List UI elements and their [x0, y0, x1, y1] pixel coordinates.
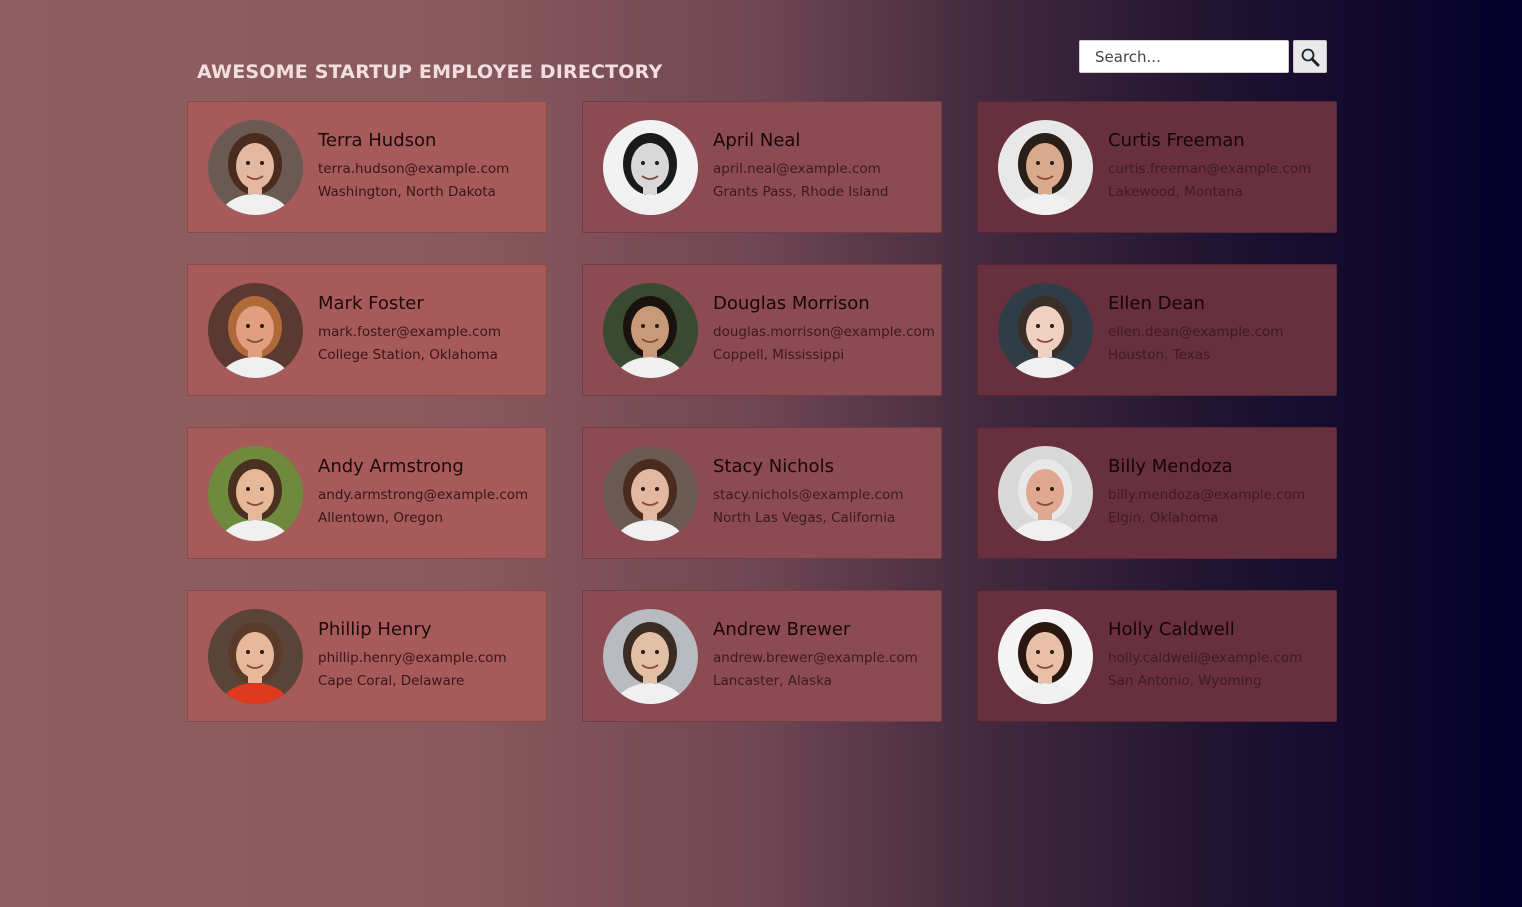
- employee-location: Elgin, Oklahoma: [1108, 510, 1219, 526]
- employee-info: April Neal april.neal@example.com Grants P…: [713, 130, 888, 204]
- employee-avatar: [603, 445, 698, 541]
- employee-info: Phillip Henry phillip.henry@example.com Ca…: [318, 619, 507, 693]
- employee-name: Mark Foster: [318, 293, 424, 314]
- employee-card[interactable]: Curtis Freeman curtis.freeman@example.com…: [977, 101, 1337, 233]
- employee-info: Billy Mendoza billy.mendoza@example.com El…: [1108, 456, 1305, 530]
- employee-card[interactable]: Stacy Nichols stacy.nichols@example.com No…: [582, 427, 942, 559]
- employee-name: Terra Hudson: [318, 130, 437, 151]
- employee-location: College Station, Oklahoma: [318, 347, 498, 363]
- employee-card[interactable]: Billy Mendoza billy.mendoza@example.com El…: [977, 427, 1337, 559]
- employee-location: Grants Pass, Rhode Island: [713, 184, 889, 200]
- employee-location: Coppell, Mississippi: [713, 347, 845, 363]
- employee-name: Ellen Dean: [1108, 293, 1205, 314]
- page-title: AWESOME STARTUP EMPLOYEE DIRECTORY: [197, 60, 663, 83]
- search-form: [1079, 40, 1327, 73]
- employee-location: North Las Vegas, California: [713, 510, 896, 526]
- employee-card[interactable]: April Neal april.neal@example.com Grants P…: [582, 101, 942, 233]
- employee-avatar: [603, 282, 698, 378]
- employee-email: curtis.freeman@example.com: [1108, 161, 1312, 177]
- employee-avatar: [998, 608, 1093, 704]
- employee-gallery: Terra Hudson terra.hudson@example.com Wash…: [187, 101, 1337, 722]
- employee-name: Andrew Brewer: [713, 619, 851, 640]
- employee-location: Lancaster, Alaska: [713, 673, 832, 689]
- employee-card[interactable]: Mark Foster mark.foster@example.com Colleg…: [187, 264, 547, 396]
- employee-card[interactable]: Andrew Brewer andrew.brewer@example.com La…: [582, 590, 942, 722]
- employee-location: Washington, North Dakota: [318, 184, 496, 200]
- employee-info: Mark Foster mark.foster@example.com Colleg…: [318, 293, 501, 367]
- employee-info: Stacy Nichols stacy.nichols@example.com No…: [713, 456, 903, 530]
- employee-name: Curtis Freeman: [1108, 130, 1245, 151]
- employee-card[interactable]: Terra Hudson terra.hudson@example.com Wash…: [187, 101, 547, 233]
- employee-card[interactable]: Ellen Dean ellen.dean@example.com Houston,…: [977, 264, 1337, 396]
- employee-info: Ellen Dean ellen.dean@example.com Houston,…: [1108, 293, 1283, 367]
- magnifier-icon: [1301, 48, 1320, 66]
- employee-name: Billy Mendoza: [1108, 456, 1233, 477]
- employee-email: stacy.nichols@example.com: [713, 487, 904, 503]
- employee-name: Phillip Henry: [318, 619, 432, 640]
- employee-name: Andy Armstrong: [318, 456, 464, 477]
- employee-card[interactable]: Douglas Morrison douglas.morrison@example…: [582, 264, 942, 396]
- employee-avatar: [208, 608, 303, 704]
- employee-email: andrew.brewer@example.com: [713, 650, 918, 666]
- employee-email: douglas.morrison@example.com: [713, 324, 935, 340]
- employee-card[interactable]: Phillip Henry phillip.henry@example.com Ca…: [187, 590, 547, 722]
- employee-avatar: [998, 282, 1093, 378]
- employee-avatar: [208, 119, 303, 215]
- employee-name: April Neal: [713, 130, 801, 151]
- employee-card[interactable]: Andy Armstrong andy.armstrong@example.com…: [187, 427, 547, 559]
- employee-name: Stacy Nichols: [713, 456, 834, 477]
- employee-avatar: [603, 608, 698, 704]
- employee-card[interactable]: Holly Caldwell holly.caldwell@example.com…: [977, 590, 1337, 722]
- employee-location: Cape Coral, Delaware: [318, 673, 465, 689]
- employee-email: holly.caldwell@example.com: [1108, 650, 1303, 666]
- employee-info: Douglas Morrison douglas.morrison@example…: [713, 293, 935, 367]
- employee-avatar: [998, 445, 1093, 541]
- employee-email: ellen.dean@example.com: [1108, 324, 1284, 340]
- employee-avatar: [208, 445, 303, 541]
- employee-location: Allentown, Oregon: [318, 510, 443, 526]
- employee-email: andy.armstrong@example.com: [318, 487, 529, 503]
- employee-email: april.neal@example.com: [713, 161, 881, 177]
- employee-email: phillip.henry@example.com: [318, 650, 507, 666]
- employee-info: Holly Caldwell holly.caldwell@example.com…: [1108, 619, 1302, 693]
- employee-info: Andy Armstrong andy.armstrong@example.com…: [318, 456, 528, 530]
- employee-info: Curtis Freeman curtis.freeman@example.com…: [1108, 130, 1311, 204]
- employee-email: billy.mendoza@example.com: [1108, 487, 1306, 503]
- employee-location: Lakewood, Montana: [1108, 184, 1244, 200]
- employee-location: Houston, Texas: [1108, 347, 1211, 363]
- search-input[interactable]: [1079, 40, 1289, 73]
- search-button[interactable]: [1293, 40, 1327, 73]
- employee-name: Holly Caldwell: [1108, 619, 1235, 640]
- employee-avatar: [998, 119, 1093, 215]
- employee-email: mark.foster@example.com: [318, 324, 502, 340]
- employee-name: Douglas Morrison: [713, 293, 870, 314]
- employee-avatar: [603, 119, 698, 215]
- employee-email: terra.hudson@example.com: [318, 161, 510, 177]
- employee-info: Terra Hudson terra.hudson@example.com Wash…: [318, 130, 509, 204]
- employee-avatar: [208, 282, 303, 378]
- employee-location: San Antonio, Wyoming: [1108, 673, 1262, 689]
- employee-info: Andrew Brewer andrew.brewer@example.com La…: [713, 619, 918, 693]
